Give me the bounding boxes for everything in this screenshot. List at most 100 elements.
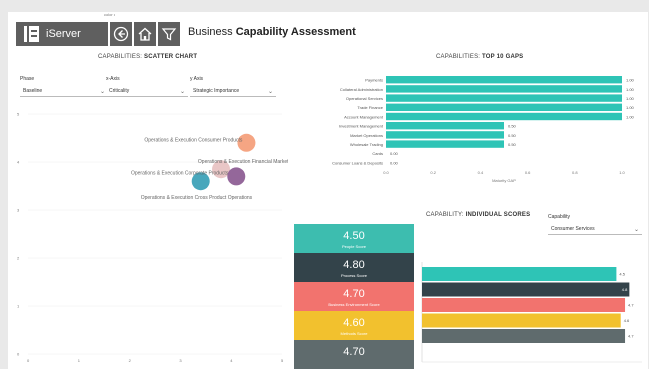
point-label: Operations & Execution Cross Product Ope… [141,195,253,201]
page-title: Business Capability Assessment [188,26,356,38]
gap-bar [386,85,622,93]
scatter-point [227,167,246,186]
gap-category-label: Payments [365,78,383,83]
score-tile-label: Methods Score [340,331,368,336]
gap-value-label: 0.50 [508,142,517,147]
filter-icon [161,28,177,41]
gap-x-tick-label: 0.4 [478,170,484,175]
gaps-section-title: CAPABILITIES: TOP 10 GAPS [436,54,523,60]
chevron-down-icon: ⌄ [267,88,273,95]
gap-bar [386,131,504,139]
scores-title-prefix: CAPABILITY: [426,212,464,218]
y-tick-label: 3 [17,208,20,213]
score-tile: 4.60 Methods Score [294,311,414,341]
phase-select[interactable]: Baseline ⌄ [20,86,108,97]
score-tile-label: Business Environment Score [328,302,380,307]
score-tile-value: 4.60 [343,317,365,329]
x-tick-label: 5 [281,358,284,363]
gap-value-label: 1.00 [626,96,635,101]
logo-text: iServer [46,28,81,40]
page-title-prefix: Business [188,26,233,38]
chevron-down-icon: ⌄ [99,88,105,95]
gap-value-label: 0.00 [390,151,399,156]
score-bar [422,282,630,297]
gap-bar [386,140,504,148]
iserver-logo-icon [20,23,42,45]
scores-section-title: CAPABILITY: INDIVIDUAL SCORES [426,212,530,218]
gap-x-tick-label: 0.8 [572,170,578,175]
capability-select[interactable]: Consumer Services ⌄ [548,224,642,235]
score-bar [422,313,621,328]
gap-bar [386,122,504,130]
gap-value-label: 1.00 [626,78,635,83]
score-bar [422,329,626,343]
y-axis-label: y Axis [190,76,204,82]
chevron-down-icon: ⌄ [633,226,639,233]
gap-x-tick-label: 0.2 [430,170,436,175]
gap-value-label: 1.00 [626,114,635,119]
gap-value-label: 0.50 [508,124,517,129]
score-tile: 4.70 [294,340,414,369]
gap-category-label: Consumer Loans & Deposits [332,160,383,165]
x-tick-label: 2 [129,358,132,363]
chevron-down-icon: ⌄ [179,88,185,95]
gap-x-axis-title: Maturity GAP [492,178,516,183]
gap-category-label: Account Management [344,114,384,119]
x-axis-select[interactable]: Criticality ⌄ [106,86,188,97]
score-value-label: 4.6 [624,318,630,323]
y-tick-label: 2 [17,256,20,261]
gap-x-tick-label: 0.6 [525,170,531,175]
x-axis-value: Criticality [109,88,130,94]
back-button[interactable] [110,22,132,46]
top-caption: color • [104,12,116,17]
scatter-chart: 0 1 2 3 4 5 0 1 2 3 4 5 Operations & Execution Consu… [17,112,288,364]
gap-category-label: Investment Management [339,124,384,129]
point-label: Operations & Execution Consumer Products [144,137,243,143]
home-button[interactable] [134,22,156,46]
gaps-title-bold: TOP 10 GAPS [482,54,524,60]
score-value-label: 4.7 [628,303,634,308]
top-gaps-chart: Payments 1.00 Collateral Administration 1.0… [332,76,635,183]
x-axis-label: x-Axis [106,76,120,82]
score-tile-value: 4.50 [343,230,365,242]
score-tile: 4.70 Business Environment Score [294,282,414,312]
gap-bar [386,94,622,102]
gap-x-tick-label: 0.0 [383,170,389,175]
x-tick-label: 4 [230,358,233,363]
phase-label: Phase [20,76,35,82]
gap-category-label: Wholesale Trading [350,142,383,147]
scatter-title-bold: SCATTER CHART [144,54,198,60]
gap-value-label: 0.50 [508,133,517,138]
gap-value-label: 0.00 [390,160,399,165]
home-icon [138,27,152,41]
dashboard-page: color • iServer Business Capability Asse… [8,12,648,369]
individual-scores-chart: 4.5 4.8 4.7 4.6 4.7 [421,262,642,363]
filter-button[interactable] [158,22,180,46]
gap-category-label: Market Operations [350,133,383,138]
y-tick-label: 0 [17,352,20,357]
score-tile-label: People Score [341,244,366,249]
gap-category-label: Cards [372,151,383,156]
gap-category-label: Collateral Administration [340,87,383,92]
gap-value-label: 1.00 [626,87,635,92]
phase-value: Baseline [23,88,43,94]
score-bar [422,298,626,312]
back-circle-icon [113,26,129,42]
iserver-logo[interactable]: iServer [16,22,108,46]
page-title-bold: Capability Assessment [235,26,356,38]
score-value-label: 4.8 [622,287,628,292]
capability-label: Capability [548,214,570,220]
gap-x-tick-label: 1.0 [619,170,625,175]
score-tile-value: 4.70 [343,346,365,358]
score-tile-label: Process Score [340,273,367,278]
y-tick-label: 5 [17,112,20,117]
gap-value-label: 1.00 [626,105,635,110]
y-axis-select[interactable]: Strategic Importance ⌄ [190,86,276,97]
scores-title-bold: INDIVIDUAL SCORES [465,212,531,218]
score-tile: 4.50 People Score [294,224,414,254]
score-bar [422,267,617,281]
gap-bar [386,112,622,121]
y-tick-label: 4 [17,160,20,165]
x-tick-label: 0 [27,358,30,363]
score-tile-value: 4.80 [343,259,365,271]
